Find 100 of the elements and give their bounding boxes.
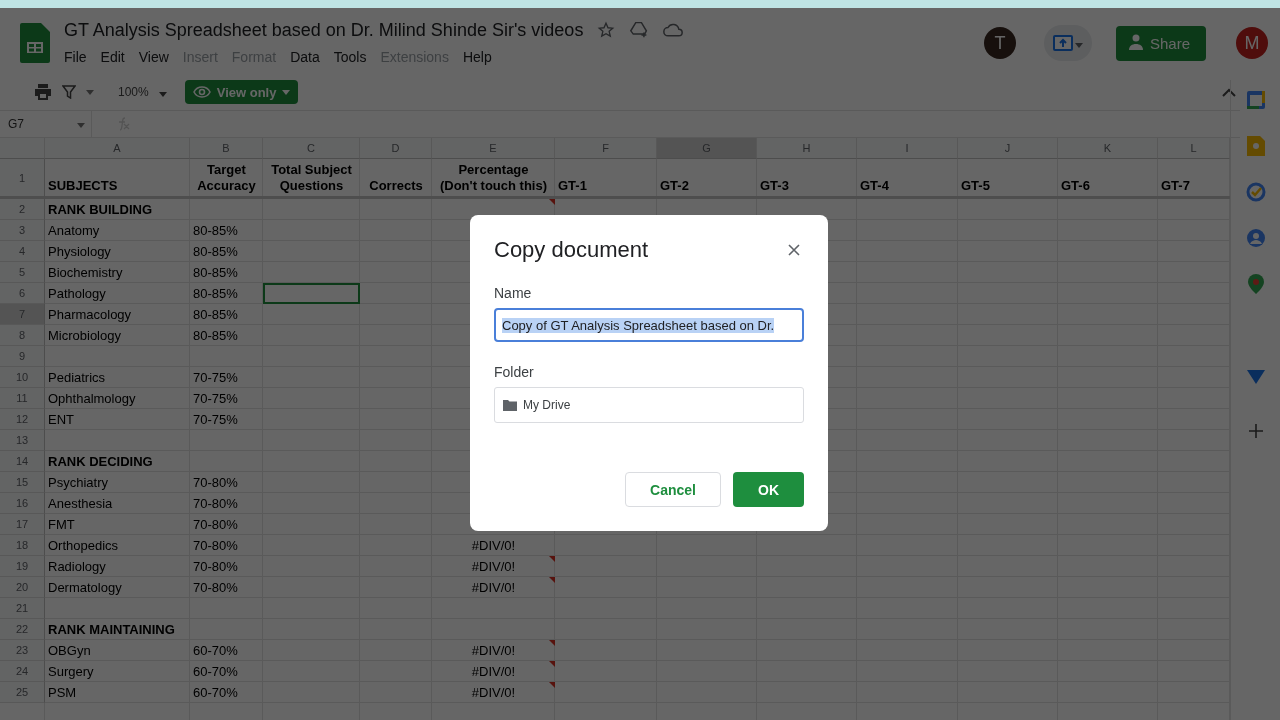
drive-add-icon[interactable]: [629, 21, 650, 39]
table-cell-text: 60-70%: [192, 663, 239, 681]
collaborator-avatar[interactable]: T: [983, 27, 1016, 59]
table-cell-text: 80-85%: [192, 222, 239, 240]
table-cell-text: Surgery: [47, 663, 95, 681]
zoom-select[interactable]: 100%: [118, 85, 149, 99]
share-button[interactable]: Share: [1115, 25, 1206, 61]
present-icon: [1052, 35, 1073, 51]
table-cell-text: 80-85%: [192, 264, 239, 282]
chevron-up-icon[interactable]: [1222, 87, 1236, 97]
table-cell-text: 80-85%: [192, 243, 239, 261]
menu-item[interactable]: Help: [456, 46, 498, 67]
menu-item[interactable]: Edit: [94, 46, 131, 67]
table-cell-text: PSM: [47, 684, 78, 702]
table-cell-text: Psychiatry: [47, 474, 109, 492]
table-cell-text: 70-80%: [192, 537, 239, 555]
table-cell-text: Biochemistry: [47, 264, 124, 282]
menu-item[interactable]: File: [58, 46, 93, 67]
table-cell-text: RANK BUILDING: [47, 201, 153, 219]
caret-icon: [158, 92, 167, 97]
row-header[interactable]: 1: [0, 159, 45, 199]
table-cell-text: Pharmacology: [47, 306, 133, 324]
header-cell: GT-6: [1058, 159, 1158, 199]
table-cell-text: #DIV/0!: [470, 537, 517, 555]
cloud-icon[interactable]: [663, 22, 684, 38]
spreadsheet-logo-icon[interactable]: [20, 23, 50, 63]
table-cell-text: 60-70%: [192, 684, 239, 702]
header-cell: Target Accuracy: [190, 159, 263, 199]
name-box[interactable]: G7: [0, 111, 92, 137]
folder-icon: [503, 399, 517, 411]
table-cell-text: ENT: [47, 411, 75, 429]
note-icon[interactable]: [1246, 136, 1265, 156]
table-cell: #DIV/0!: [432, 577, 555, 598]
table-cell-text: RANK MAINTAINING: [47, 621, 176, 639]
table-cell: #DIV/0!: [432, 682, 555, 703]
table-cell-text: Pathology: [47, 285, 107, 303]
table-cell-text: RANK DECIDING: [47, 453, 154, 471]
user-avatar[interactable]: M: [1236, 27, 1268, 59]
print-icon[interactable]: [34, 84, 52, 100]
table-cell-text: FMT: [47, 516, 76, 534]
document-title[interactable]: GT Analysis Spreadsheet based on Dr. Milind Shinde Sir's videos: [64, 19, 584, 41]
ok-button[interactable]: OK: [733, 472, 804, 507]
table-cell-text: Physiology: [47, 243, 112, 261]
table-cell: #DIV/0!: [432, 661, 555, 682]
table-cell-text: OBGyn: [47, 642, 92, 660]
header-cell: GT-5: [958, 159, 1058, 199]
dialog-title: Copy document: [494, 237, 649, 263]
table-cell-text: Pediatrics: [47, 369, 107, 387]
header-cell: GT-3: [757, 159, 857, 199]
caret-icon: [282, 89, 291, 95]
caret-icon: [77, 123, 85, 128]
view-mode-button[interactable]: View only: [184, 80, 299, 104]
menu-item[interactable]: Tools: [327, 46, 373, 67]
table-cell-text: Orthopedics: [47, 537, 120, 555]
name-input-field[interactable]: Copy of GT Analysis Spreadsheet based on Dr.: [494, 308, 804, 342]
field-label: Name: [494, 285, 533, 301]
calendar-icon[interactable]: [1245, 90, 1266, 110]
table-cell-text: 70-80%: [192, 495, 239, 513]
table-cell-text: 70-75%: [192, 411, 239, 429]
plus-icon[interactable]: [1248, 424, 1263, 438]
person-icon: [1127, 34, 1144, 52]
star-icon[interactable]: [597, 21, 616, 39]
menu-item[interactable]: View: [132, 46, 175, 67]
table-cell-text: Anesthesia: [47, 495, 114, 513]
header-cell: Total Subject Questions: [263, 159, 360, 199]
filter-icon[interactable]: [62, 85, 76, 99]
table-cell: #DIV/0!: [432, 640, 555, 661]
caret-icon: [86, 89, 94, 95]
check-circle-icon[interactable]: [1245, 182, 1266, 202]
folder-field[interactable]: My Drive: [494, 387, 804, 423]
table-cell-text: Dermatology: [47, 579, 123, 597]
menu-item[interactable]: Data: [284, 46, 326, 67]
table-cell-text: 70-75%: [192, 369, 239, 387]
present-button[interactable]: [1043, 25, 1092, 61]
table-cell-text: 70-80%: [192, 558, 239, 576]
table-cell: #DIV/0!: [432, 556, 555, 577]
person-icon[interactable]: [1245, 228, 1266, 248]
header-cell: Corrects: [360, 159, 432, 199]
header-cell: Percentage (Don't touch this): [432, 159, 555, 199]
header-cell: GT-2: [657, 159, 757, 199]
table-cell-text: 80-85%: [192, 285, 239, 303]
field-label: Folder: [494, 364, 535, 380]
table-cell-text: Microbiology: [47, 327, 122, 345]
table-cell-text: Ophthalmology: [47, 390, 137, 408]
table-cell-text: 70-75%: [192, 390, 239, 408]
header-cell: GT-7: [1158, 159, 1230, 199]
table-cell-text: Anatomy: [47, 222, 101, 240]
header-cell: GT-4: [857, 159, 958, 199]
map-pin-icon[interactable]: [1247, 274, 1264, 294]
table-cell-text: 60-70%: [192, 642, 239, 660]
table-cell-text: 70-80%: [192, 474, 239, 492]
triangle-icon[interactable]: [1246, 370, 1265, 384]
table-cell-text: 80-85%: [192, 306, 239, 324]
cancel-button[interactable]: Cancel: [625, 472, 721, 507]
table-cell-text: 80-85%: [192, 327, 239, 345]
table-cell-text: 70-80%: [192, 579, 239, 597]
table-cell-text: Radiology: [47, 558, 107, 576]
header-cell: SUBJECTS: [45, 159, 190, 199]
eye-icon: [192, 86, 211, 98]
caret-icon: [1074, 42, 1083, 48]
